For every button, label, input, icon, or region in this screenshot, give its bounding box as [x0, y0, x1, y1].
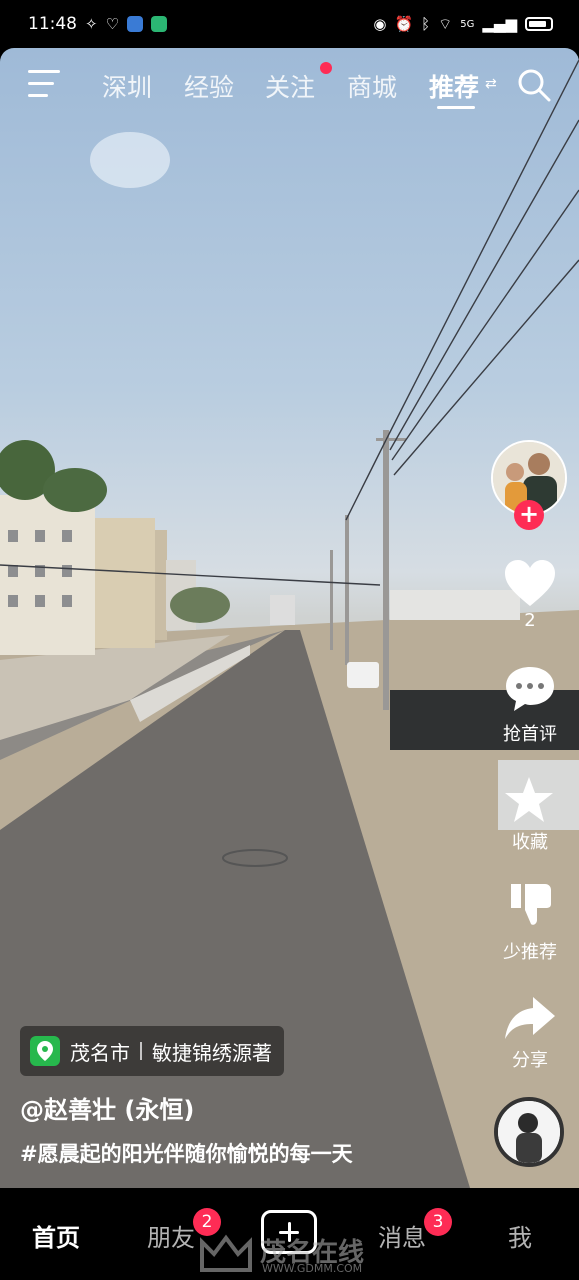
tab-me[interactable]: 我: [508, 1218, 532, 1253]
battery-icon: [525, 17, 553, 31]
share-label: 分享: [512, 1050, 548, 1071]
comment-label: 抢首评: [503, 724, 557, 745]
share-icon[interactable]: [503, 995, 557, 1041]
wifi-icon: ⌔: [438, 14, 453, 33]
signal-icon: ▂▄▆: [482, 15, 517, 33]
menu-icon[interactable]: [28, 70, 62, 98]
alarm-icon: ⏰: [394, 15, 414, 33]
location-divider: [140, 1042, 142, 1060]
messages-badge: 3: [424, 1208, 452, 1236]
watermark-logo-icon: [200, 1234, 252, 1272]
music-cover-image: [498, 1101, 560, 1163]
tab-following[interactable]: 关注: [265, 68, 315, 104]
watermark: 茂名在线 WWW.GDMM.COM: [200, 1232, 400, 1276]
location-pin-icon: [30, 1036, 60, 1066]
heart-icon[interactable]: [503, 558, 557, 608]
tab-friends[interactable]: 朋友: [147, 1218, 195, 1253]
location-city: 茂名市: [70, 1040, 130, 1065]
follow-button[interactable]: +: [514, 500, 544, 530]
dislike-icon[interactable]: [507, 880, 555, 928]
music-disc[interactable]: [494, 1097, 564, 1167]
dislike-label: 少推荐: [503, 942, 557, 963]
tab-shenzhen[interactable]: 深圳: [102, 68, 152, 104]
bluetooth-icon: ᛒ: [421, 15, 431, 33]
tab-mall[interactable]: 商城: [347, 68, 397, 104]
tab-experience[interactable]: 经验: [184, 68, 234, 104]
eye-icon: ◉: [373, 15, 387, 33]
new-content-dot: [320, 62, 332, 74]
status-bar: 11:48 ✧ ♡ ◉ ⏰ ᛒ ⌔ 5G ▂▄▆: [0, 0, 579, 48]
notification-icon: ✧: [85, 15, 98, 33]
watermark-url: WWW.GDMM.COM: [262, 1262, 363, 1275]
tab-recommend[interactable]: 推荐: [429, 68, 479, 104]
location-place: 敏捷锦绣源著: [152, 1040, 272, 1065]
vpn-icon: ♡: [105, 15, 120, 33]
star-icon[interactable]: [503, 775, 555, 825]
author-name[interactable]: @赵善壮 (永恒): [20, 1090, 194, 1125]
video-caption[interactable]: #愿晨起的阳光伴随你愉悦的每一天: [20, 1138, 353, 1168]
comment-icon[interactable]: [504, 665, 556, 713]
location-tag[interactable]: 茂名市 敏捷锦绣源著: [20, 1026, 284, 1076]
app-icon: [127, 16, 144, 32]
active-tab-indicator: [437, 106, 475, 109]
app-icon: [151, 16, 168, 32]
tab-home[interactable]: 首页: [32, 1218, 80, 1253]
favorite-label: 收藏: [512, 832, 548, 853]
network-type: 5G: [460, 18, 475, 30]
like-count: 2: [524, 610, 536, 631]
clock: 11:48: [28, 14, 77, 34]
search-icon[interactable]: [517, 68, 551, 102]
swap-icon: ⇄: [485, 76, 497, 92]
